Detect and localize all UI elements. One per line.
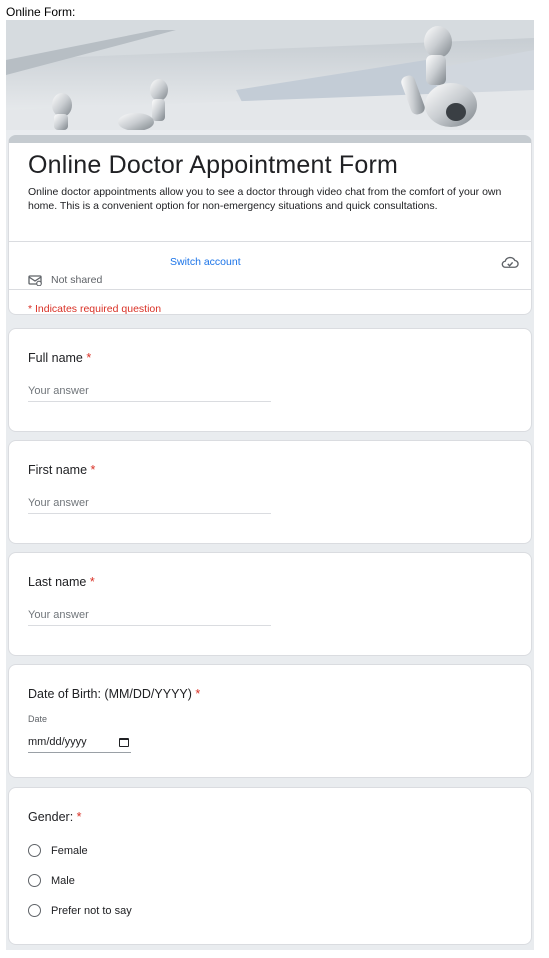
question-label: Date of Birth: (MM/DD/YYYY) * <box>28 687 200 701</box>
radio-option-male[interactable]: Male <box>28 874 75 887</box>
required-note: * Indicates required question <box>28 303 162 315</box>
question-title: Last name <box>28 575 87 589</box>
question-label: Last name * <box>28 575 95 589</box>
question-title: Gender: <box>28 810 74 824</box>
radio-option-prefer-not-to-say[interactable]: Prefer not to say <box>28 904 132 917</box>
robot-banner-illustration <box>6 20 534 130</box>
required-asterisk: * <box>76 810 82 824</box>
radio-label: Female <box>51 844 88 857</box>
radio-button[interactable] <box>28 874 41 887</box>
radio-label: Prefer not to say <box>51 904 132 917</box>
radio-label: Male <box>51 874 75 887</box>
form-header-card: Online Doctor Appointment Form Online do… <box>8 135 532 315</box>
radio-option-female[interactable]: Female <box>28 844 88 857</box>
question-title: First name <box>28 463 88 477</box>
form-container: Online Doctor Appointment Form Online do… <box>6 20 534 950</box>
radio-button[interactable] <box>28 844 41 857</box>
switch-account-link[interactable]: Switch account <box>170 256 241 268</box>
question-label: First name * <box>28 463 95 477</box>
question-card-gender: Gender: * Female Male Prefer not to say <box>8 787 532 945</box>
page-label: Online Form: <box>6 5 76 19</box>
required-asterisk: * <box>90 463 96 477</box>
calendar-icon[interactable] <box>119 737 129 747</box>
question-card-first-name: First name * Your answer <box>8 440 532 544</box>
not-shared-status: Not shared <box>28 274 102 286</box>
form-title: Online Doctor Appointment Form <box>28 151 399 179</box>
not-shared-label: Not shared <box>51 274 103 286</box>
date-sublabel: Date <box>28 714 48 724</box>
form-description: Online doctor appointments allow you to … <box>28 186 502 212</box>
date-input-value: mm/dd/yyyy <box>28 736 87 748</box>
radio-button[interactable] <box>28 904 41 917</box>
required-asterisk: * <box>89 575 95 589</box>
question-card-full-name: Full name * Your answer <box>8 328 532 432</box>
question-label: Full name * <box>28 351 91 365</box>
required-asterisk: * <box>86 351 92 365</box>
full-name-input[interactable]: Your answer <box>28 385 271 402</box>
cloud-check-icon <box>501 256 519 268</box>
question-title: Full name <box>28 351 83 365</box>
last-name-input[interactable]: Your answer <box>28 609 271 626</box>
header-banner-image <box>6 20 534 130</box>
required-asterisk: * <box>195 687 201 701</box>
header-divider <box>9 241 531 242</box>
question-title: Date of Birth: (MM/DD/YYYY) <box>28 687 192 701</box>
question-card-dob: Date of Birth: (MM/DD/YYYY) * Date mm/dd… <box>8 664 532 778</box>
date-of-birth-input[interactable]: mm/dd/yyyy <box>28 736 131 753</box>
header-divider-2 <box>9 289 531 290</box>
question-card-last-name: Last name * Your answer <box>8 552 532 656</box>
first-name-input[interactable]: Your answer <box>28 497 271 514</box>
question-label: Gender: * <box>28 810 82 824</box>
not-shared-icon <box>28 274 42 286</box>
